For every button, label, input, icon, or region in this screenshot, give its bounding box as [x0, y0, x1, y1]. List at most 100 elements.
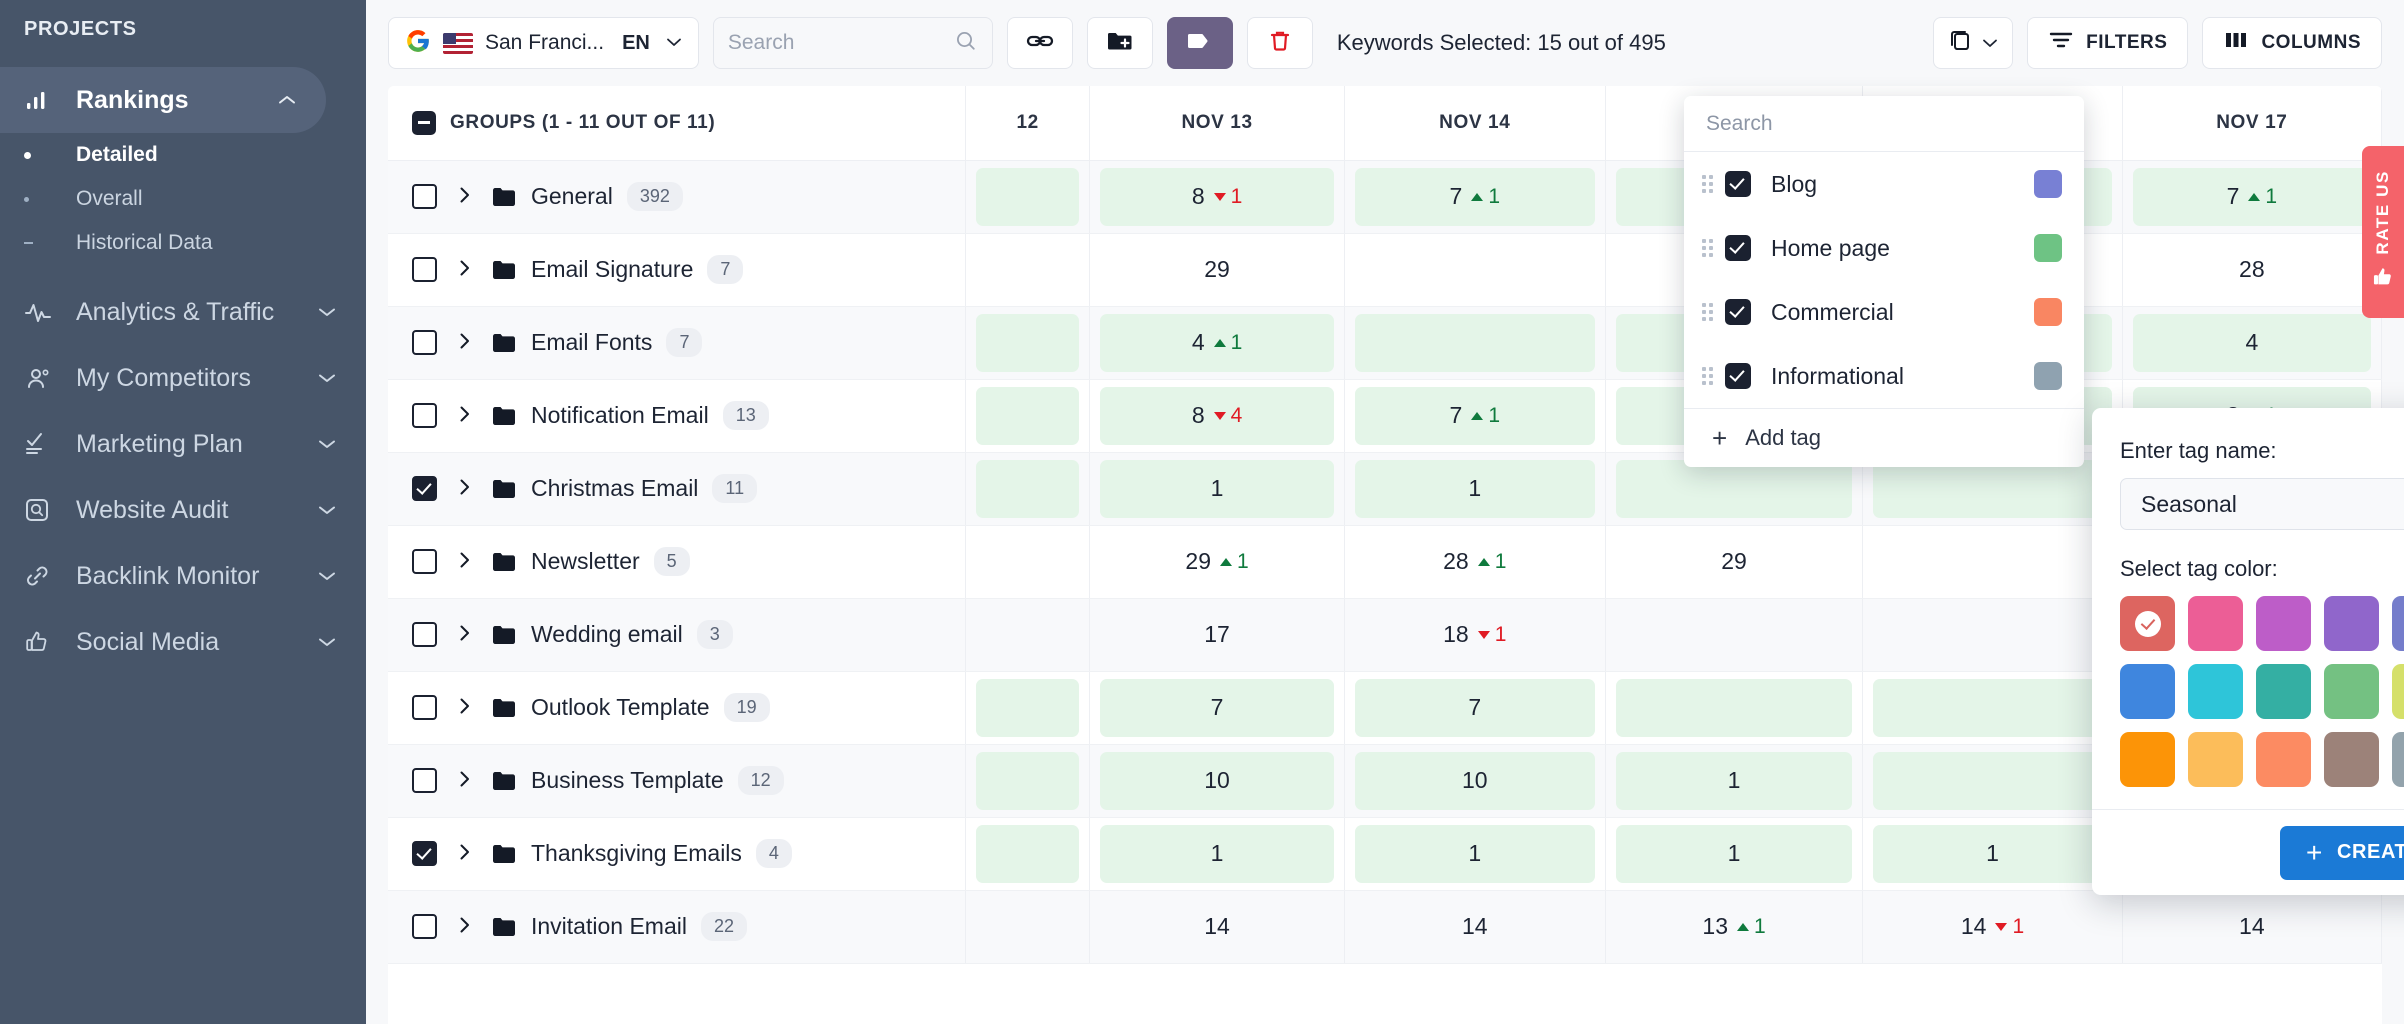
color-swatch[interactable]	[2392, 732, 2404, 787]
color-swatch[interactable]	[2256, 596, 2311, 651]
table-row[interactable]: Wedding email317181171	[388, 598, 2382, 672]
copy-dropdown-button[interactable]	[1933, 17, 2014, 69]
chevron-down-icon[interactable]	[316, 372, 338, 384]
tag-checkbox[interactable]	[1725, 363, 1751, 389]
chevron-down-icon[interactable]	[316, 306, 338, 318]
rank-cell[interactable]: 13 1	[1605, 890, 1864, 964]
row-checkbox[interactable]	[412, 768, 437, 793]
rank-cell[interactable]	[1605, 671, 1864, 745]
tag-name-input[interactable]	[2120, 478, 2404, 530]
rank-cell[interactable]: 41	[1089, 306, 1345, 380]
rank-cell[interactable]: 14	[1344, 890, 1606, 964]
rank-cell[interactable]	[1344, 233, 1606, 307]
chevron-down-icon[interactable]	[1982, 32, 1998, 54]
filters-button[interactable]: FILTERS	[2027, 17, 2189, 69]
color-swatch[interactable]	[2120, 664, 2175, 719]
rank-cell[interactable]: 1	[1862, 817, 2123, 891]
row-checkbox[interactable]	[412, 914, 437, 939]
rank-cell[interactable]	[965, 160, 1091, 234]
columns-button[interactable]: COLUMNS	[2202, 17, 2382, 69]
rank-cell[interactable]: 17	[1089, 598, 1345, 672]
date-column-header[interactable]: 12	[965, 86, 1091, 161]
color-swatch[interactable]	[2392, 664, 2404, 719]
rank-cell[interactable]: 7	[1344, 671, 1606, 745]
chevron-down-icon[interactable]	[316, 504, 338, 516]
sidebar-item-detailed[interactable]: Detailed	[0, 133, 366, 177]
create-tag-button[interactable]: + CREATE TAG	[2280, 825, 2404, 880]
collapse-all-icon[interactable]	[412, 110, 436, 135]
date-column-header[interactable]: NOV 17	[2122, 86, 2382, 161]
rank-cell[interactable]: 29	[1605, 525, 1864, 599]
drag-handle-icon[interactable]	[1702, 239, 1715, 257]
table-row[interactable]: Newsletter529128129271	[388, 525, 2382, 599]
sidebar-item-historical-data[interactable]: Historical Data	[0, 221, 366, 265]
row-checkbox[interactable]	[412, 476, 437, 501]
row-checkbox[interactable]	[412, 549, 437, 574]
tag-color-swatch[interactable]	[2034, 298, 2062, 326]
rank-cell[interactable]	[965, 817, 1091, 891]
drag-handle-icon[interactable]	[1702, 367, 1715, 385]
rank-cell[interactable]: 71	[1344, 160, 1606, 234]
rank-cell[interactable]	[1862, 744, 2123, 818]
rank-cell[interactable]: 1	[1089, 452, 1345, 526]
row-checkbox[interactable]	[412, 622, 437, 647]
rank-cell[interactable]: 1	[1605, 817, 1864, 891]
color-swatch[interactable]	[2324, 664, 2379, 719]
expand-row-icon[interactable]	[459, 475, 471, 502]
table-row[interactable]: Business Template121010110	[388, 744, 2382, 818]
sidebar-item-marketing-plan[interactable]: Marketing Plan	[0, 411, 366, 477]
chevron-down-icon[interactable]	[316, 570, 338, 582]
drag-handle-icon[interactable]	[1702, 175, 1715, 193]
color-swatch[interactable]	[2120, 732, 2175, 787]
chevron-down-icon[interactable]	[316, 438, 338, 450]
rank-cell[interactable]	[965, 306, 1091, 380]
tag-color-swatch[interactable]	[2034, 234, 2062, 262]
expand-row-icon[interactable]	[459, 913, 471, 940]
rank-cell[interactable]: 81	[1089, 160, 1345, 234]
row-checkbox[interactable]	[412, 841, 437, 866]
row-checkbox[interactable]	[412, 695, 437, 720]
expand-row-icon[interactable]	[459, 256, 471, 283]
expand-row-icon[interactable]	[459, 840, 471, 867]
rank-cell[interactable]	[1344, 306, 1606, 380]
table-row[interactable]: Thanksgiving Emails411111	[388, 817, 2382, 891]
search-input[interactable]	[727, 31, 938, 55]
chevron-down-icon[interactable]	[666, 34, 682, 52]
tag-color-swatch[interactable]	[2034, 170, 2062, 198]
color-swatch[interactable]	[2324, 596, 2379, 651]
row-checkbox[interactable]	[412, 184, 437, 209]
date-column-header[interactable]: NOV 13	[1089, 86, 1345, 161]
rank-cell[interactable]: 14	[1089, 890, 1345, 964]
search-engine-selector[interactable]: San Franci... EN	[388, 17, 699, 69]
tag-list-item[interactable]: Informational	[1684, 344, 2084, 408]
expand-row-icon[interactable]	[459, 621, 471, 648]
rank-cell[interactable]: 14	[2122, 890, 2382, 964]
chevron-up-icon[interactable]	[276, 94, 298, 106]
tag-color-swatch[interactable]	[2034, 362, 2062, 390]
rank-cell[interactable]	[965, 525, 1091, 599]
rank-cell[interactable]	[965, 379, 1091, 453]
rank-cell[interactable]: 71	[1344, 379, 1606, 453]
rank-cell[interactable]	[1862, 671, 2123, 745]
copy-link-button[interactable]	[1006, 17, 1073, 69]
tag-checkbox[interactable]	[1725, 299, 1751, 325]
row-checkbox[interactable]	[412, 257, 437, 282]
rank-cell[interactable]: 71	[2122, 160, 2382, 234]
color-swatch[interactable]	[2120, 596, 2175, 651]
rank-cell[interactable]: 28	[2122, 233, 2382, 307]
sidebar-item-backlink-monitor[interactable]: Backlink Monitor	[0, 543, 366, 609]
rank-cell[interactable]	[965, 671, 1091, 745]
tag-search-row[interactable]	[1684, 96, 2084, 152]
drag-handle-icon[interactable]	[1702, 303, 1715, 321]
color-swatch[interactable]	[2188, 664, 2243, 719]
tag-button[interactable]	[1166, 17, 1233, 69]
keyword-search-box[interactable]	[712, 17, 993, 69]
expand-row-icon[interactable]	[459, 694, 471, 721]
sidebar-item-social-media[interactable]: Social Media	[0, 609, 366, 675]
color-swatch[interactable]	[2256, 664, 2311, 719]
rate-us-widget[interactable]: RATE US	[2362, 146, 2404, 318]
sidebar-item-website-audit[interactable]: Website Audit	[0, 477, 366, 543]
expand-row-icon[interactable]	[459, 329, 471, 356]
expand-row-icon[interactable]	[459, 183, 471, 210]
rank-cell[interactable]	[965, 452, 1091, 526]
